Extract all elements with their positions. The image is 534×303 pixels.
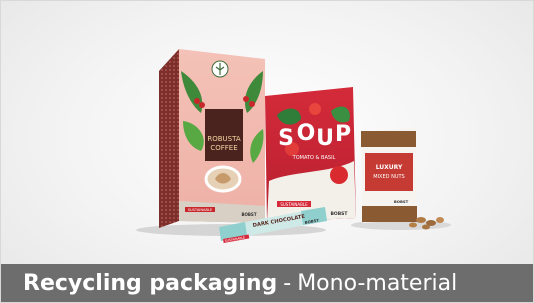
caption-subtitle: Mono-material [297,270,458,296]
nuts-name-line2: MIXED NUTS [373,174,404,180]
packaging-scene: ROBUSTA COFFEE SUSTAINABLE BOBST S O U P… [136,49,451,243]
soup-letter-p: P [335,122,351,147]
nut-icon [436,217,444,223]
caption-title: Recycling packaging [23,270,278,296]
svg-text:SUSTAINABLE: SUSTAINABLE [280,202,308,207]
coffee-bag: ROBUSTA COFFEE SUSTAINABLE BOBST [159,49,265,228]
soup-pouch: S O U P TOMATO & BASIL SUSTAINABLE BOBST [265,87,356,222]
coffee-cherry [194,98,200,104]
svg-text:SUSTAINABLE: SUSTAINABLE [188,208,213,212]
nut-icon [409,222,417,228]
coffee-gusset [159,49,179,228]
nuts-label-panel [365,153,413,191]
nuts-name-line1: LUXURY [376,164,403,171]
soup-brand: BOBST [331,211,349,217]
coffee-brand: BOBST [241,212,256,217]
nut-icon [422,224,430,230]
caption-bar[interactable]: Recycling packaging - Mono-material [1,264,533,302]
nut-icon [416,217,426,223]
tomato-icon [309,103,321,115]
coffee-name-line1: ROBUSTA [207,135,240,143]
coffee-cherry [249,101,255,107]
tomato-icon [330,166,348,184]
coffee-cherry [243,96,249,102]
nuts-brand: BOBST [394,199,409,204]
soup-subtitle: TOMATO & BASIL [292,155,336,161]
soup-letter-s: S [278,126,294,151]
nuts-bag: LUXURY MIXED NUTS BOBST [361,128,444,230]
coffee-cherry [199,102,205,108]
soup-letter-o: O [297,121,316,146]
product-card[interactable]: ROBUSTA COFFEE SUSTAINABLE BOBST S O U P… [0,0,534,303]
caption-separator: - [283,270,292,296]
coffee-name-line2: COFFEE [210,144,237,152]
soup-letter-u: U [316,126,334,151]
